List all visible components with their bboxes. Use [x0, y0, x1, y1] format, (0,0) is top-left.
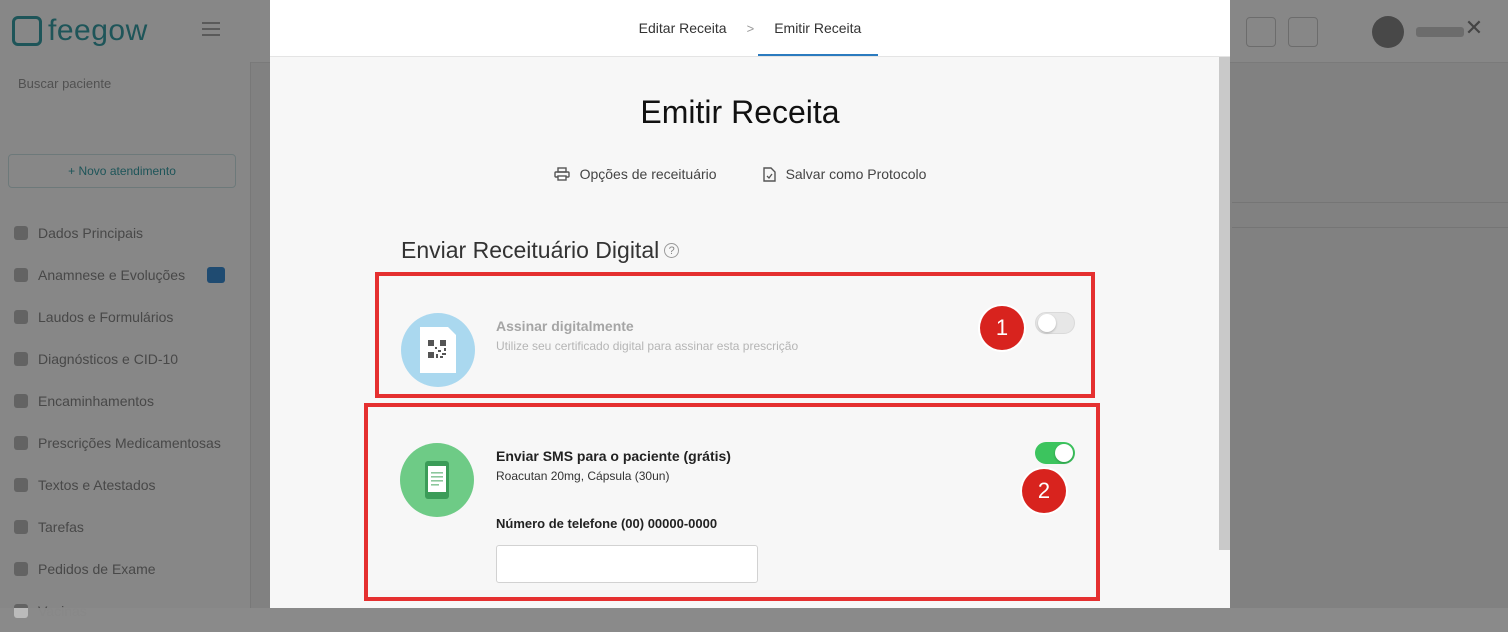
print-options-button[interactable]: Opções de receituário: [553, 166, 717, 182]
sms-toggle[interactable]: [1035, 442, 1075, 464]
section-title-text: Enviar Receituário Digital: [401, 237, 660, 263]
sms-medication: Roacutan 20mg, Cápsula (30un): [496, 469, 670, 483]
sign-toggle[interactable]: [1035, 312, 1075, 334]
annotation-marker-1: 1: [980, 306, 1024, 350]
toggle-knob: [1038, 314, 1056, 332]
sms-card: Enviar SMS para o paciente (grátis) Roac…: [364, 403, 1100, 601]
sms-title: Enviar SMS para o paciente (grátis): [496, 448, 731, 464]
active-step-underline: [758, 54, 878, 56]
section-title: Enviar Receituário Digital ?: [401, 237, 680, 264]
annotation-marker-2: 2: [1022, 469, 1066, 513]
close-icon[interactable]: ✕: [1462, 16, 1486, 40]
phone-input[interactable]: [496, 545, 758, 583]
toggle-knob: [1055, 444, 1073, 462]
phone-label: Número de telefone (00) 00000-0000: [496, 516, 718, 531]
print-options-label: Opções de receituário: [579, 166, 717, 182]
help-circle-icon[interactable]: ?: [664, 243, 680, 258]
breadcrumb: Editar Receita > Emitir Receita: [270, 0, 1230, 56]
sign-subtitle: Utilize seu certificado digital para ass…: [496, 339, 799, 353]
sign-title: Assinar digitalmente: [496, 318, 634, 334]
document-icon: [762, 166, 776, 182]
smartphone-icon: [400, 443, 474, 517]
breadcrumb-step-emit[interactable]: Emitir Receita: [774, 20, 861, 36]
save-protocol-label: Salvar como Protocolo: [785, 166, 927, 182]
prescription-actions: Opções de receituário Salvar como Protoc…: [270, 166, 1210, 182]
qr-document-icon: [401, 313, 475, 387]
printer-icon: [553, 167, 570, 181]
save-protocol-button[interactable]: Salvar como Protocolo: [762, 166, 927, 182]
modal-header: Editar Receita > Emitir Receita: [270, 0, 1230, 57]
page-title: Emitir Receita: [640, 94, 840, 130]
breadcrumb-step-edit[interactable]: Editar Receita: [639, 20, 727, 36]
chevron-right-icon: >: [746, 20, 755, 36]
modal-scrollbar[interactable]: [1219, 57, 1230, 550]
emit-prescription-modal: Editar Receita > Emitir Receita Emitir R…: [270, 0, 1230, 608]
